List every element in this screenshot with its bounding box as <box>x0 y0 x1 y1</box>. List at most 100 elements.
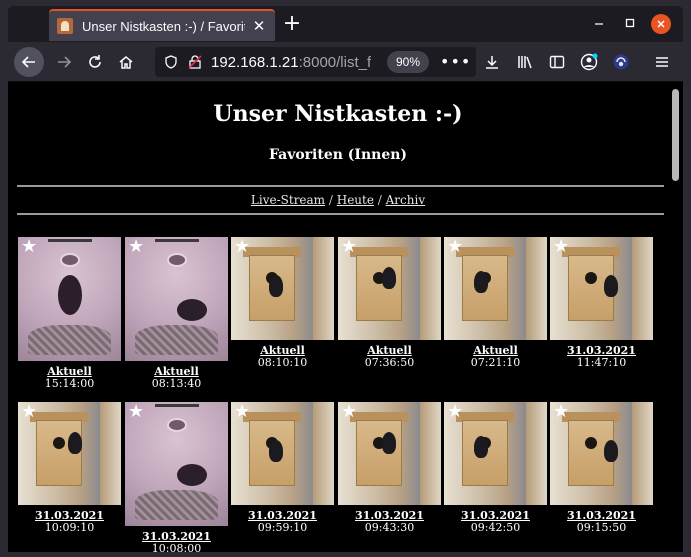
bird <box>58 275 82 315</box>
favorite-star-icon[interactable]: ★ <box>341 238 357 256</box>
bird <box>382 432 396 454</box>
page-title: Unser Nistkasten :-) <box>213 101 463 127</box>
favorite-thumbnail[interactable]: ★ 31.03.2021 09:15:50 <box>550 402 653 534</box>
window-frame <box>420 402 441 505</box>
url-bar[interactable]: 192.168.1.21:8000/list_favorites 90% ••• <box>155 47 476 77</box>
favorite-thumbnail[interactable]: ★ Aktuell 15:14:00 <box>18 237 121 390</box>
favorite-star-icon[interactable]: ★ <box>447 403 463 421</box>
bird <box>604 275 618 297</box>
favorite-star-icon[interactable]: ★ <box>21 403 37 421</box>
birdhouse-outside-photo[interactable]: ★ <box>444 402 547 505</box>
tab-strip: Unser Nistkasten :-) / Favoriten (Innen)… <box>8 6 683 42</box>
site-navigation: Live-Stream / Heute / Archiv <box>8 193 668 207</box>
window-frame <box>632 402 653 505</box>
birdhouse-outside-photo[interactable]: ★ <box>338 402 441 505</box>
close-tab-icon[interactable]: ✕ <box>251 17 267 35</box>
back-button[interactable] <box>14 47 44 77</box>
entrance-hole <box>167 253 187 267</box>
favorite-thumbnail[interactable]: ★ 31.03.2021 09:42:50 <box>444 402 547 534</box>
extension-icon[interactable] <box>609 50 633 74</box>
url-text[interactable]: 192.168.1.21:8000/list_favorites <box>211 54 371 71</box>
new-tab-button[interactable]: + <box>280 12 304 36</box>
scrollbar[interactable] <box>668 83 683 552</box>
bird <box>382 267 396 289</box>
download-icon[interactable] <box>480 50 504 74</box>
close-window-button[interactable] <box>651 14 671 34</box>
reload-button[interactable] <box>81 48 109 76</box>
favorite-star-icon[interactable]: ★ <box>553 238 569 256</box>
lock-insecure-icon[interactable] <box>187 54 203 70</box>
thumbnail-time: 07:36:50 <box>364 356 415 369</box>
favorite-star-icon[interactable]: ★ <box>234 238 250 256</box>
nav-separator: / <box>325 193 337 207</box>
forward-icon <box>58 56 72 68</box>
window-frame <box>632 237 653 340</box>
birdhouse-inside-photo[interactable]: ★ <box>125 237 228 361</box>
scrollbar-thumb[interactable] <box>672 89 679 181</box>
library-icon[interactable] <box>513 50 537 74</box>
sidebar-icon[interactable] <box>545 50 569 74</box>
nest <box>28 325 111 355</box>
favorite-thumbnail[interactable]: ★ 31.03.2021 10:08:00 <box>125 402 228 552</box>
birdhouse-outside-photo[interactable]: ★ <box>550 237 653 340</box>
shield-icon[interactable] <box>163 54 179 70</box>
birdhouse-outside-photo[interactable]: ★ <box>550 402 653 505</box>
thumbnail-time: 08:10:10 <box>257 356 308 369</box>
navigation-toolbar: 192.168.1.21:8000/list_favorites 90% ••• <box>8 42 683 82</box>
tab-title: Unser Nistkasten :-) / Favoriten (Innen) <box>82 18 245 34</box>
birdhouse-outside-photo[interactable]: ★ <box>231 402 334 505</box>
favorite-star-icon[interactable]: ★ <box>341 403 357 421</box>
favorite-thumbnail[interactable]: ★ 31.03.2021 09:43:30 <box>338 402 441 534</box>
home-icon <box>119 56 133 69</box>
favorite-star-icon[interactable]: ★ <box>447 238 463 256</box>
favorite-star-icon[interactable]: ★ <box>234 403 250 421</box>
birdhouse-outside-photo[interactable]: ★ <box>444 237 547 340</box>
archive-link[interactable]: Archiv <box>386 193 425 207</box>
window-frame <box>313 237 334 340</box>
bird <box>177 299 207 321</box>
forward-button[interactable] <box>50 48 78 76</box>
page-actions-icon[interactable]: ••• <box>440 49 470 75</box>
birdhouse-outside-photo[interactable]: ★ <box>18 402 121 505</box>
favorite-star-icon[interactable]: ★ <box>21 238 37 256</box>
entrance-hole <box>585 272 597 284</box>
bird <box>474 436 488 458</box>
birdhouse <box>356 255 402 321</box>
window-frame <box>313 402 334 505</box>
page-content: Unser Nistkasten :-) Favoriten (Innen) L… <box>8 83 668 552</box>
birdhouse-inside-photo[interactable]: ★ <box>125 402 228 526</box>
favorite-thumbnail[interactable]: ★ Aktuell 08:10:10 <box>231 237 334 369</box>
nest <box>135 490 218 520</box>
bird <box>474 271 488 293</box>
account-icon[interactable] <box>577 50 601 74</box>
bird <box>269 275 283 297</box>
page-subtitle: Favoriten (Innen) <box>268 147 408 163</box>
thumbnail-time: 10:08:00 <box>151 542 202 553</box>
favorite-star-icon[interactable]: ★ <box>128 238 144 256</box>
today-link[interactable]: Heute <box>337 193 374 207</box>
live-stream-link[interactable]: Live-Stream <box>251 193 325 207</box>
favorite-thumbnail[interactable]: ★ 31.03.2021 10:09:10 <box>18 402 121 534</box>
minimize-button[interactable] <box>588 14 610 34</box>
favorite-star-icon[interactable]: ★ <box>553 403 569 421</box>
favorite-thumbnail[interactable]: ★ Aktuell 07:36:50 <box>338 237 441 369</box>
menu-icon[interactable] <box>650 50 674 74</box>
thumbnail-time: 09:42:50 <box>470 521 521 534</box>
window-frame <box>526 402 547 505</box>
reload-icon <box>89 55 101 68</box>
favorite-thumbnail[interactable]: ★ Aktuell 07:21:10 <box>444 237 547 369</box>
home-button[interactable] <box>112 48 140 76</box>
birdhouse-outside-photo[interactable]: ★ <box>338 237 441 340</box>
zoom-level-button[interactable]: 90% <box>387 51 430 73</box>
maximize-button[interactable] <box>619 14 641 34</box>
tab-active[interactable]: Unser Nistkasten :-) / Favoriten (Innen)… <box>49 9 275 41</box>
favorite-thumbnail[interactable]: ★ 31.03.2021 11:47:10 <box>550 237 653 369</box>
birdhouse-inside-photo[interactable]: ★ <box>18 237 121 361</box>
favorite-star-icon[interactable]: ★ <box>128 403 144 421</box>
camera-timestamp-overlay <box>48 239 92 242</box>
favorite-thumbnail[interactable]: ★ Aktuell 08:13:40 <box>125 237 228 390</box>
thumbnail-time: 09:43:30 <box>364 521 415 534</box>
favorite-thumbnail[interactable]: ★ 31.03.2021 09:59:10 <box>231 402 334 534</box>
birdhouse-outside-photo[interactable]: ★ <box>231 237 334 340</box>
divider <box>17 213 664 215</box>
